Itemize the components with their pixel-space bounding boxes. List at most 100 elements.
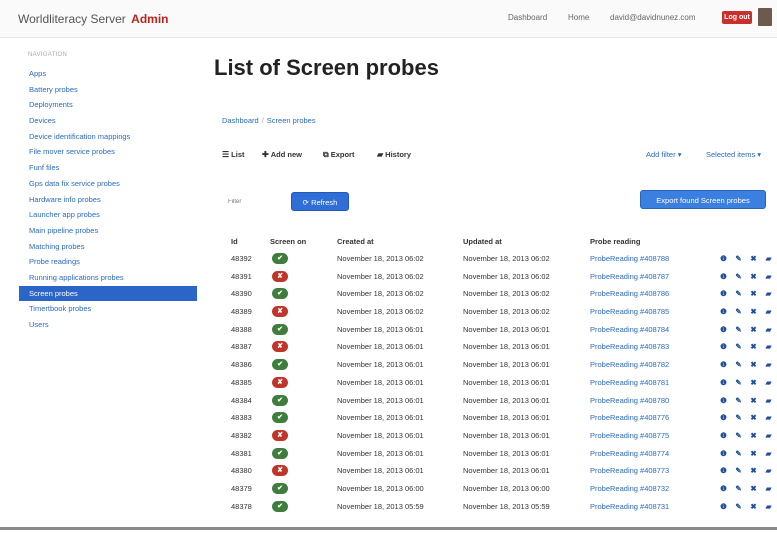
edit-icon[interactable]: ✎ [731, 338, 746, 356]
info-icon[interactable]: ❶ [716, 285, 731, 303]
sidebar-item-devices[interactable]: Devices [19, 113, 197, 129]
history-icon[interactable]: ▰ [761, 374, 776, 392]
history-icon[interactable]: ▰ [761, 409, 776, 427]
info-icon[interactable]: ❶ [716, 321, 731, 339]
selected-items-dropdown[interactable]: Selected items ▾ [706, 150, 761, 159]
refresh-button[interactable]: ⟳ Refresh [291, 192, 349, 211]
delete-icon[interactable]: ✖ [746, 338, 761, 356]
probe-reading-link[interactable]: ProbeReading #408780 [590, 392, 669, 410]
edit-icon[interactable]: ✎ [731, 445, 746, 463]
tab-history[interactable]: ▰ History [377, 150, 411, 159]
edit-icon[interactable]: ✎ [731, 356, 746, 374]
probe-reading-link[interactable]: ProbeReading #408732 [590, 480, 669, 498]
info-icon[interactable]: ❶ [716, 356, 731, 374]
info-icon[interactable]: ❶ [716, 250, 731, 268]
history-icon[interactable]: ▰ [761, 303, 776, 321]
column-header-screen-on[interactable]: Screen on [270, 234, 306, 250]
edit-icon[interactable]: ✎ [731, 409, 746, 427]
delete-icon[interactable]: ✖ [746, 427, 761, 445]
tab-list[interactable]: ☰ List [222, 150, 245, 159]
probe-reading-link[interactable]: ProbeReading #408775 [590, 427, 669, 445]
sidebar-item-timertbook-probes[interactable]: Timertbook probes [19, 301, 197, 317]
tab-export[interactable]: ⧉ Export [323, 150, 354, 160]
probe-reading-link[interactable]: ProbeReading #408785 [590, 303, 669, 321]
probe-reading-link[interactable]: ProbeReading #408731 [590, 498, 669, 516]
info-icon[interactable]: ❶ [716, 409, 731, 427]
sidebar-item-battery-probes[interactable]: Battery probes [19, 82, 197, 98]
edit-icon[interactable]: ✎ [731, 250, 746, 268]
history-icon[interactable]: ▰ [761, 321, 776, 339]
delete-icon[interactable]: ✖ [746, 303, 761, 321]
info-icon[interactable]: ❶ [716, 338, 731, 356]
delete-icon[interactable]: ✖ [746, 445, 761, 463]
edit-icon[interactable]: ✎ [731, 374, 746, 392]
edit-icon[interactable]: ✎ [731, 285, 746, 303]
sidebar-item-running-applications-probes[interactable]: Running applications probes [19, 270, 197, 286]
sidebar-item-users[interactable]: Users [19, 317, 197, 333]
info-icon[interactable]: ❶ [716, 427, 731, 445]
info-icon[interactable]: ❶ [716, 445, 731, 463]
column-header-id[interactable]: Id [231, 234, 238, 250]
delete-icon[interactable]: ✖ [746, 480, 761, 498]
probe-reading-link[interactable]: ProbeReading #408781 [590, 374, 669, 392]
probe-reading-link[interactable]: ProbeReading #408774 [590, 445, 669, 463]
probe-reading-link[interactable]: ProbeReading #408783 [590, 338, 669, 356]
info-icon[interactable]: ❶ [716, 462, 731, 480]
sidebar-item-apps[interactable]: Apps [19, 66, 197, 82]
delete-icon[interactable]: ✖ [746, 409, 761, 427]
delete-icon[interactable]: ✖ [746, 462, 761, 480]
delete-icon[interactable]: ✖ [746, 356, 761, 374]
info-icon[interactable]: ❶ [716, 498, 731, 516]
sidebar-item-matching-probes[interactable]: Matching probes [19, 239, 197, 255]
probe-reading-link[interactable]: ProbeReading #408776 [590, 409, 669, 427]
history-icon[interactable]: ▰ [761, 427, 776, 445]
probe-reading-link[interactable]: ProbeReading #408787 [590, 268, 669, 286]
sidebar-item-file-mover-service-probes[interactable]: File mover service probes [19, 144, 197, 160]
sidebar-item-device-identification-mappings[interactable]: Device identification mappings [19, 129, 197, 145]
history-icon[interactable]: ▰ [761, 392, 776, 410]
breadcrumb-dashboard[interactable]: Dashboard [222, 116, 259, 125]
history-icon[interactable]: ▰ [761, 498, 776, 516]
probe-reading-link[interactable]: ProbeReading #408786 [590, 285, 669, 303]
column-header-probe-reading[interactable]: Probe reading [590, 234, 640, 250]
sidebar-item-deployments[interactable]: Deployments [19, 97, 197, 113]
sidebar-item-probe-readings[interactable]: Probe readings [19, 254, 197, 270]
edit-icon[interactable]: ✎ [731, 462, 746, 480]
column-header-updated-at[interactable]: Updated at [463, 234, 502, 250]
history-icon[interactable]: ▰ [761, 338, 776, 356]
edit-icon[interactable]: ✎ [731, 321, 746, 339]
brand-name[interactable]: Worldliteracy Server [18, 12, 126, 26]
add-filter-dropdown[interactable]: Add filter ▾ [646, 150, 681, 159]
breadcrumb-current[interactable]: Screen probes [267, 116, 316, 125]
filter-input[interactable] [222, 195, 282, 209]
info-icon[interactable]: ❶ [716, 303, 731, 321]
topnav-home-link[interactable]: Home [568, 13, 589, 22]
delete-icon[interactable]: ✖ [746, 285, 761, 303]
sidebar-item-gps-data-fix-service-probes[interactable]: Gps data fix service probes [19, 176, 197, 192]
history-icon[interactable]: ▰ [761, 268, 776, 286]
probe-reading-link[interactable]: ProbeReading #408788 [590, 250, 669, 268]
sidebar-item-funf-files[interactable]: Funf files [19, 160, 197, 176]
logout-button[interactable]: Log out [722, 11, 752, 24]
history-icon[interactable]: ▰ [761, 462, 776, 480]
tab-add-new[interactable]: ✚ Add new [262, 150, 302, 159]
edit-icon[interactable]: ✎ [731, 480, 746, 498]
info-icon[interactable]: ❶ [716, 480, 731, 498]
brand[interactable]: Worldliteracy Server Admin [18, 12, 169, 26]
delete-icon[interactable]: ✖ [746, 321, 761, 339]
info-icon[interactable]: ❶ [716, 268, 731, 286]
sidebar-item-screen-probes[interactable]: Screen probes [19, 285, 197, 302]
delete-icon[interactable]: ✖ [746, 392, 761, 410]
sidebar-item-hardware-info-probes[interactable]: Hardware info probes [19, 192, 197, 208]
probe-reading-link[interactable]: ProbeReading #408773 [590, 462, 669, 480]
delete-icon[interactable]: ✖ [746, 374, 761, 392]
delete-icon[interactable]: ✖ [746, 498, 761, 516]
probe-reading-link[interactable]: ProbeReading #408784 [590, 321, 669, 339]
history-icon[interactable]: ▰ [761, 480, 776, 498]
export-found-button[interactable]: Export found Screen probes [640, 190, 766, 209]
history-icon[interactable]: ▰ [761, 250, 776, 268]
sidebar-item-main-pipeline-probes[interactable]: Main pipeline probes [19, 223, 197, 239]
probe-reading-link[interactable]: ProbeReading #408782 [590, 356, 669, 374]
avatar[interactable] [758, 8, 772, 26]
brand-admin[interactable]: Admin [131, 12, 168, 26]
